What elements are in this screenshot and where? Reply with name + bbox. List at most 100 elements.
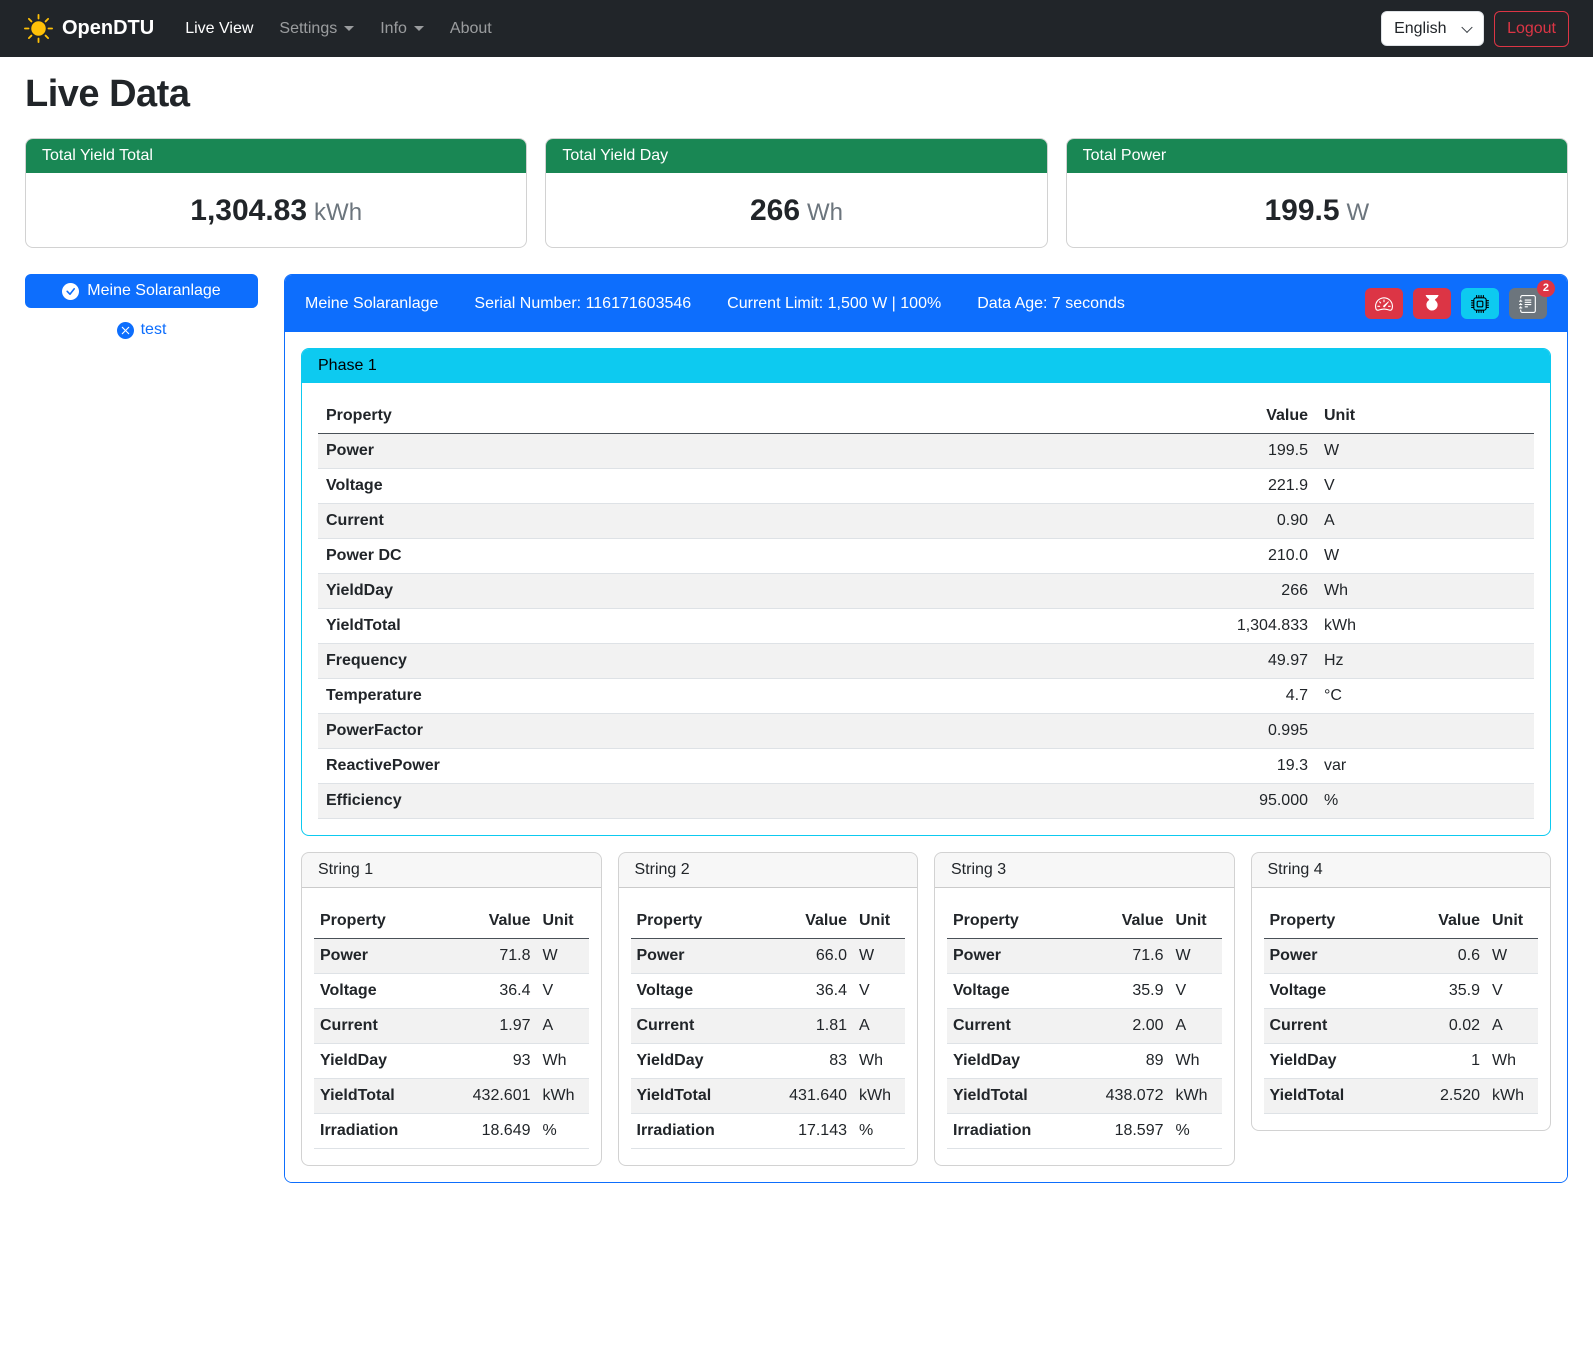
x-circle-icon bbox=[117, 322, 134, 339]
row-property: Current bbox=[1264, 1009, 1401, 1044]
nav-item-settings[interactable]: Settings bbox=[266, 12, 367, 46]
table-row: Irradiation18.649% bbox=[314, 1114, 589, 1149]
column-header-unit: Unit bbox=[1486, 904, 1538, 939]
string-2-body: Property Value Unit Power66.0WVoltage36.… bbox=[619, 888, 918, 1165]
inverter-select-button[interactable]: Meine Solaranlage bbox=[25, 274, 258, 308]
row-unit: V bbox=[1486, 974, 1538, 1009]
row-property: Power bbox=[947, 939, 1072, 974]
row-unit: W bbox=[1316, 434, 1534, 469]
row-value: 18.597 bbox=[1072, 1114, 1169, 1149]
row-unit: Wh bbox=[1486, 1044, 1538, 1079]
brand[interactable]: OpenDTU bbox=[24, 14, 154, 43]
table-row: YieldDay83Wh bbox=[631, 1044, 906, 1079]
table-row: Power199.5W bbox=[318, 434, 1534, 469]
table-row: Voltage35.9V bbox=[947, 974, 1222, 1009]
row-property: YieldTotal bbox=[1264, 1079, 1401, 1114]
inverter-card: Meine Solaranlage Serial Number: 1161716… bbox=[284, 274, 1568, 1183]
row-value: 95.000 bbox=[915, 784, 1316, 819]
row-unit: kWh bbox=[1486, 1079, 1538, 1114]
row-value: 1.97 bbox=[439, 1009, 536, 1044]
column-header-unit: Unit bbox=[1170, 904, 1222, 939]
nav-item-info[interactable]: Info bbox=[367, 12, 437, 46]
row-property: YieldDay bbox=[318, 574, 915, 609]
row-property: Voltage bbox=[631, 974, 756, 1009]
event-log-button[interactable]: 2 bbox=[1509, 288, 1547, 319]
row-value: 36.4 bbox=[756, 974, 853, 1009]
row-unit: % bbox=[853, 1114, 905, 1149]
table-row: ReactivePower19.3var bbox=[318, 749, 1534, 784]
inverter-item-test[interactable]: test bbox=[25, 321, 258, 339]
row-value: 431.640 bbox=[756, 1079, 853, 1114]
row-value: 4.7 bbox=[915, 679, 1316, 714]
row-property: YieldTotal bbox=[631, 1079, 756, 1114]
phase-card-body: Property Value Unit Power199.5WVoltage22… bbox=[302, 383, 1550, 835]
power-button[interactable] bbox=[1413, 288, 1451, 319]
limit-settings-button[interactable] bbox=[1365, 288, 1403, 319]
table-row: Voltage35.9V bbox=[1264, 974, 1539, 1009]
table-row: YieldTotal438.072kWh bbox=[947, 1079, 1222, 1114]
table-row: Current2.00A bbox=[947, 1009, 1222, 1044]
table-row: PowerFactor0.995 bbox=[318, 714, 1534, 749]
row-unit: A bbox=[1486, 1009, 1538, 1044]
table-row: Voltage36.4V bbox=[314, 974, 589, 1009]
string-1-title: String 1 bbox=[302, 853, 601, 888]
row-value: 0.90 bbox=[915, 504, 1316, 539]
speedometer-icon bbox=[1375, 295, 1393, 313]
nav-item-live-view[interactable]: Live View bbox=[172, 12, 266, 46]
inverter-actions: 2 bbox=[1365, 288, 1547, 319]
nav-item-about[interactable]: About bbox=[437, 12, 505, 46]
check-circle-icon bbox=[62, 283, 79, 300]
row-unit: Wh bbox=[1316, 574, 1534, 609]
row-unit: V bbox=[853, 974, 905, 1009]
row-value: 266 bbox=[915, 574, 1316, 609]
inverter-limit: Current Limit: 1,500 W | 100% bbox=[727, 295, 941, 313]
row-unit: V bbox=[1316, 469, 1534, 504]
string-4-body: Property Value Unit Power0.6WVoltage35.9… bbox=[1252, 888, 1551, 1130]
total-power-unit: W bbox=[1347, 199, 1370, 226]
table-row: YieldDay89Wh bbox=[947, 1044, 1222, 1079]
table-row: YieldTotal432.601kWh bbox=[314, 1079, 589, 1114]
row-value: 438.072 bbox=[1072, 1079, 1169, 1114]
column-header-value: Value bbox=[439, 904, 536, 939]
row-property: Current bbox=[318, 504, 915, 539]
page-title: Live Data bbox=[25, 73, 1568, 116]
row-value: 1.81 bbox=[756, 1009, 853, 1044]
table-row: Efficiency95.000% bbox=[318, 784, 1534, 819]
column-header-unit: Unit bbox=[853, 904, 905, 939]
inverter-card-body: Phase 1 Property Value Unit Power199.5WV… bbox=[285, 332, 1567, 1182]
card-total-power-body: 199.5W bbox=[1067, 173, 1567, 247]
string-3-title: String 3 bbox=[935, 853, 1234, 888]
row-unit: W bbox=[1170, 939, 1222, 974]
row-property: Power bbox=[314, 939, 439, 974]
card-total-yield-total-header: Total Yield Total bbox=[26, 139, 526, 173]
row-unit: V bbox=[1170, 974, 1222, 1009]
row-unit: °C bbox=[1316, 679, 1534, 714]
card-total-yield-total: Total Yield Total 1,304.83kWh bbox=[25, 138, 527, 248]
row-property: Voltage bbox=[947, 974, 1072, 1009]
row-unit: Wh bbox=[1170, 1044, 1222, 1079]
row-property: Irradiation bbox=[314, 1114, 439, 1149]
logout-button[interactable]: Logout bbox=[1494, 11, 1569, 47]
row-unit: W bbox=[853, 939, 905, 974]
row-property: YieldTotal bbox=[947, 1079, 1072, 1114]
row-value: 89 bbox=[1072, 1044, 1169, 1079]
card-total-yield-day: Total Yield Day 266Wh bbox=[545, 138, 1047, 248]
language-select[interactable]: English bbox=[1381, 11, 1484, 46]
sun-icon bbox=[24, 14, 53, 43]
navbar: OpenDTU Live View Settings Info About En… bbox=[0, 0, 1593, 57]
navbar-right: English Logout bbox=[1381, 11, 1569, 47]
row-unit: W bbox=[1486, 939, 1538, 974]
table-row: Current1.97A bbox=[314, 1009, 589, 1044]
row-property: Power DC bbox=[318, 539, 915, 574]
row-property: Power bbox=[1264, 939, 1401, 974]
table-row: YieldTotal1,304.833kWh bbox=[318, 609, 1534, 644]
row-unit: A bbox=[1316, 504, 1534, 539]
row-value: 71.8 bbox=[439, 939, 536, 974]
column-header-unit: Unit bbox=[1316, 399, 1534, 434]
row-property: Irradiation bbox=[631, 1114, 756, 1149]
table-row: YieldDay266Wh bbox=[318, 574, 1534, 609]
table-row: Irradiation18.597% bbox=[947, 1114, 1222, 1149]
device-info-button[interactable] bbox=[1461, 288, 1499, 319]
row-value: 0.6 bbox=[1401, 939, 1486, 974]
column-header-property: Property bbox=[1264, 904, 1401, 939]
